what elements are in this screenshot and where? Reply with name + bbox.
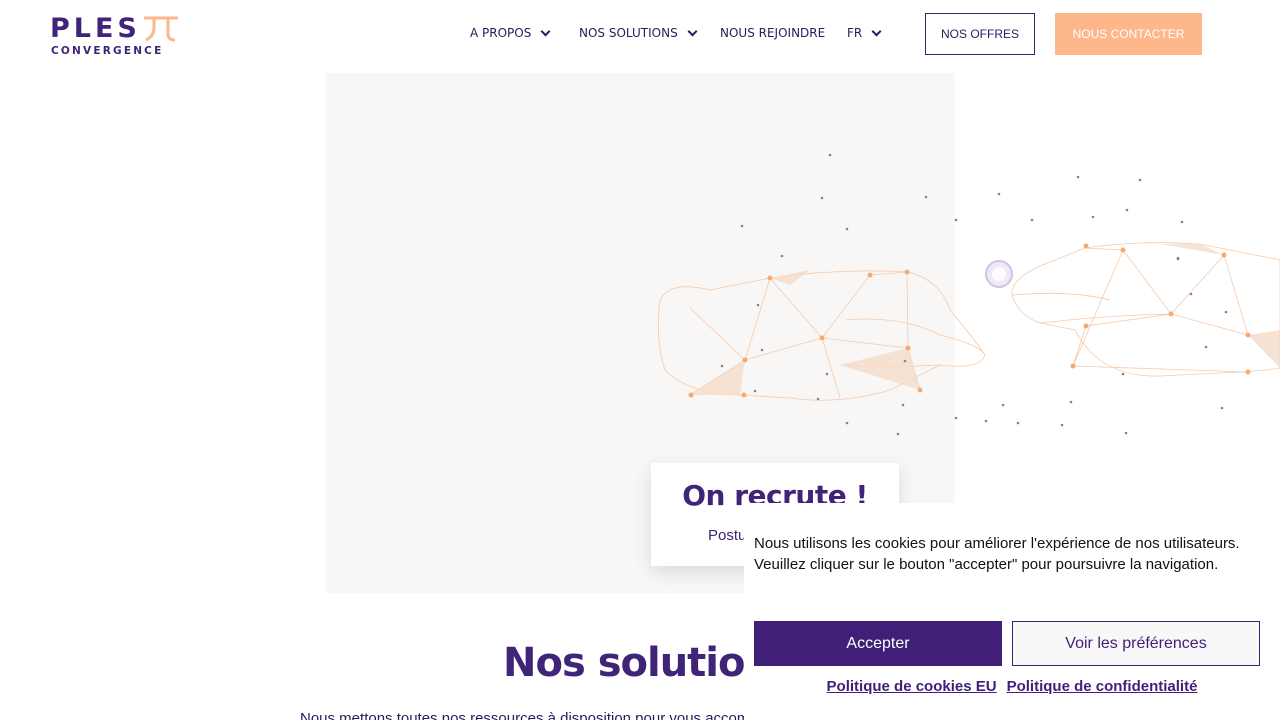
- solutions-title: Nos solutior: [503, 640, 764, 686]
- cookie-links: Politique de cookies EU Politique de con…: [744, 678, 1280, 695]
- nav-label: A PROPOS: [470, 26, 532, 40]
- chevron-down-icon: [540, 26, 551, 36]
- cookie-policy-link[interactable]: Politique de cookies EU: [827, 678, 997, 695]
- cookie-preferences-button[interactable]: Voir les préférences: [1012, 621, 1260, 666]
- nav-label: NOS SOLUTIONS: [579, 26, 678, 40]
- nav-item-nos-solutions[interactable]: NOS SOLUTIONS: [579, 26, 698, 40]
- nav-item-a-propos[interactable]: A PROPOS: [470, 26, 551, 40]
- nous-contacter-button[interactable]: NOUS CONTACTER: [1055, 13, 1202, 55]
- logo-wordmark: PLES: [50, 13, 141, 44]
- cookie-banner: Nous utilisons les cookies pour améliore…: [744, 503, 1280, 720]
- network-hands-illustration: [657, 153, 1280, 436]
- nav-label: NOUS REJOINDRE: [720, 26, 826, 40]
- logo[interactable]: PLES CONVERGENCE: [50, 14, 182, 60]
- nos-offres-button[interactable]: NOS OFFRES: [925, 13, 1035, 55]
- language-selector[interactable]: FR: [847, 26, 882, 40]
- chevron-down-icon: [687, 26, 698, 36]
- nav-item-nous-rejoindre[interactable]: NOUS REJOINDRE: [720, 26, 825, 40]
- logo-subtitle: CONVERGENCE: [51, 45, 164, 57]
- pi-icon: [144, 16, 178, 42]
- privacy-policy-link[interactable]: Politique de confidentialité: [1007, 678, 1198, 695]
- recruit-apply-link[interactable]: Postu: [708, 527, 746, 544]
- cookie-message: Nous utilisons les cookies pour améliore…: [754, 535, 1240, 573]
- chevron-down-icon: [871, 26, 882, 36]
- site-header: PLES CONVERGENCE A PROPOS NOS SOLUTIONS …: [0, 0, 1280, 70]
- language-label: FR: [847, 26, 863, 40]
- accept-cookies-button[interactable]: Accepter: [754, 621, 1002, 666]
